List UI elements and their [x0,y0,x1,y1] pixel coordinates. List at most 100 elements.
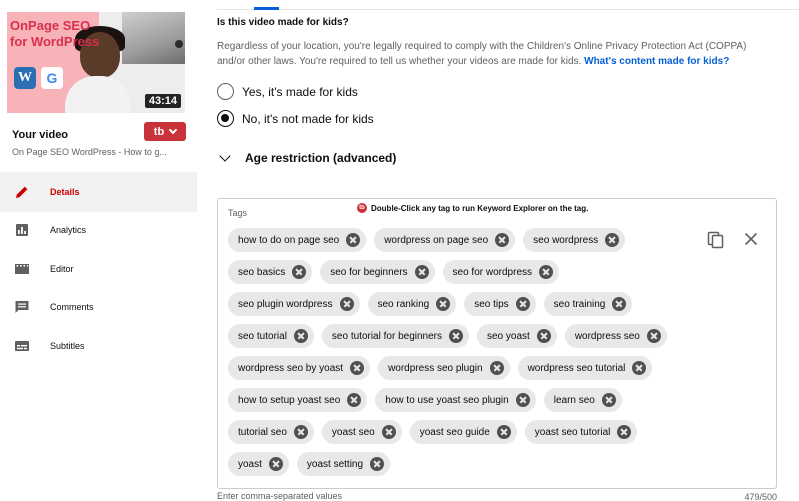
tag-chip[interactable]: seo training [543,292,633,316]
copy-icon[interactable] [707,231,725,249]
sidebar-item-details[interactable]: Details [0,172,197,212]
tag-chip[interactable]: yoast setting [296,452,391,476]
remove-tag-icon[interactable] [293,329,308,343]
radio-button[interactable] [217,83,234,100]
remove-tag-icon[interactable] [268,457,283,471]
remove-tag-icon[interactable] [515,393,530,407]
tag-row: how to do on page seo wordpress on page s… [228,228,626,252]
made-for-kids-help-link[interactable]: What's content made for kids? [584,56,729,67]
tag-chip-label: seo tutorial [238,330,287,342]
comment-icon [15,301,29,313]
tags-field[interactable]: Tags tb Double-Click any tag to run Keyw… [217,198,777,489]
radio-made-for-kids-yes[interactable]: Yes, it's made for kids [217,83,358,100]
tag-chip-label: tutorial seo [238,426,287,438]
sidebar-item-label: Details [50,187,80,197]
tag-chip[interactable]: tutorial seo [228,420,314,444]
tag-chip-label: yoast [238,458,262,470]
tag-chip[interactable]: wordpress seo tutorial [517,356,653,380]
chevron-down-icon [219,150,231,162]
tag-chip[interactable]: seo plugin wordpress [228,292,360,316]
sidebar-item-subtitles[interactable]: Subtitles [0,326,197,366]
tag-chip[interactable]: seo ranking [367,292,457,316]
sidebar-item-analytics[interactable]: Analytics [0,210,197,250]
tags-helper-text: Enter comma-separated values [217,491,343,501]
remove-tag-icon[interactable] [346,233,361,247]
tag-chip[interactable]: wordpress on page seo [374,228,516,252]
thumbnail-title: OnPage SEO for WordPress [10,18,100,49]
sidebar-item-label: Subtitles [50,341,85,351]
remove-tag-icon[interactable] [617,425,632,439]
remove-tag-icon[interactable] [495,233,510,247]
tag-chip[interactable]: seo tutorial for beginners [321,324,469,348]
remove-tag-icon[interactable] [350,361,365,375]
remove-tag-icon[interactable] [496,425,511,439]
tag-row: wordpress seo by yoast wordpress seo plug… [228,356,653,380]
remove-tag-icon[interactable] [489,361,504,375]
keyword-explorer-hint: tb Double-Click any tag to run Keyword E… [357,203,588,213]
sidebar-item-comments[interactable]: Comments [0,287,197,327]
tag-chip[interactable]: how to do on page seo [228,228,367,252]
tag-chip[interactable]: seo for beginners [320,260,435,284]
remove-tag-icon[interactable] [539,265,554,279]
tag-chip[interactable]: yoast seo [321,420,402,444]
tags-character-count: 479/500 [744,492,777,501]
tag-chip[interactable]: wordpress seo by yoast [228,356,371,380]
tag-chip[interactable]: seo tutorial [228,324,314,348]
tag-chip[interactable]: seo wordpress [523,228,626,252]
video-title-link[interactable]: On Page SEO WordPress - How to g... [12,147,167,157]
remove-tag-icon[interactable] [605,233,620,247]
tag-chip[interactable]: learn seo [543,388,622,412]
remove-tag-icon[interactable] [536,329,551,343]
close-icon[interactable] [744,232,758,246]
remove-tag-icon[interactable] [515,297,530,311]
age-restriction-toggle[interactable]: Age restriction (advanced) [219,150,396,165]
scroll-indicator [254,7,279,10]
sidebar-item-label: Analytics [50,225,87,235]
remove-tag-icon[interactable] [339,297,354,311]
tag-chip[interactable]: seo tips [464,292,536,316]
remove-tag-icon[interactable] [601,393,616,407]
tag-chip-label: wordpress on page seo [384,234,489,246]
remove-tag-icon[interactable] [632,361,647,375]
tag-chip-label: wordpress seo by yoast [238,362,344,374]
tag-chip-label: wordpress seo [574,330,640,342]
sidebar: OnPage SEO for WordPress W G 43:14 Your … [0,0,197,501]
tag-chip[interactable]: yoast [228,452,289,476]
tag-row: how to setup yoast seo how to use yoast s… [228,388,622,412]
analytics-icon [16,224,28,236]
remove-tag-icon[interactable] [436,297,451,311]
remove-tag-icon[interactable] [292,265,307,279]
tag-chip[interactable]: yoast seo tutorial [524,420,638,444]
remove-tag-icon[interactable] [646,329,661,343]
tag-chip[interactable]: seo for wordpress [442,260,560,284]
tag-chip-label: seo training [553,298,606,310]
chevron-down-icon [168,125,178,134]
tag-chip[interactable]: yoast seo guide [409,420,517,444]
tag-chip[interactable]: wordpress seo [564,324,667,348]
tag-chip[interactable]: seo yoast [477,324,557,348]
remove-tag-icon[interactable] [293,425,308,439]
tag-chip-label: yoast seo [331,426,375,438]
sidebar-item-editor[interactable]: Editor [0,249,197,289]
remove-tag-icon[interactable] [370,457,385,471]
radio-made-for-kids-no[interactable]: No, it's not made for kids [217,110,374,127]
laptop-image [122,12,185,64]
remove-tag-icon[interactable] [414,265,429,279]
sidebar-item-label: Editor [50,264,74,274]
details-panel: Is this video made for kids? Regardless … [217,0,799,501]
tags-label: Tags [228,208,248,218]
tag-chip[interactable]: how to use yoast seo plugin [375,388,536,412]
tag-chip[interactable]: how to setup yoast seo [228,388,368,412]
video-thumbnail[interactable]: OnPage SEO for WordPress W G 43:14 [7,12,185,113]
remove-tag-icon[interactable] [381,425,396,439]
tubebuddy-logo-icon: tb [153,125,165,138]
remove-tag-icon[interactable] [347,393,362,407]
radio-button-checked[interactable] [217,110,234,127]
tag-chip[interactable]: wordpress seo plugin [378,356,510,380]
tubebuddy-menu-button[interactable]: tb [144,122,186,141]
remove-tag-icon[interactable] [612,297,627,311]
remove-tag-icon[interactable] [449,329,463,343]
tag-chip[interactable]: seo basics [228,260,313,284]
tag-chip-label: seo yoast [487,330,530,342]
tag-chip-label: wordpress seo tutorial [527,362,626,374]
